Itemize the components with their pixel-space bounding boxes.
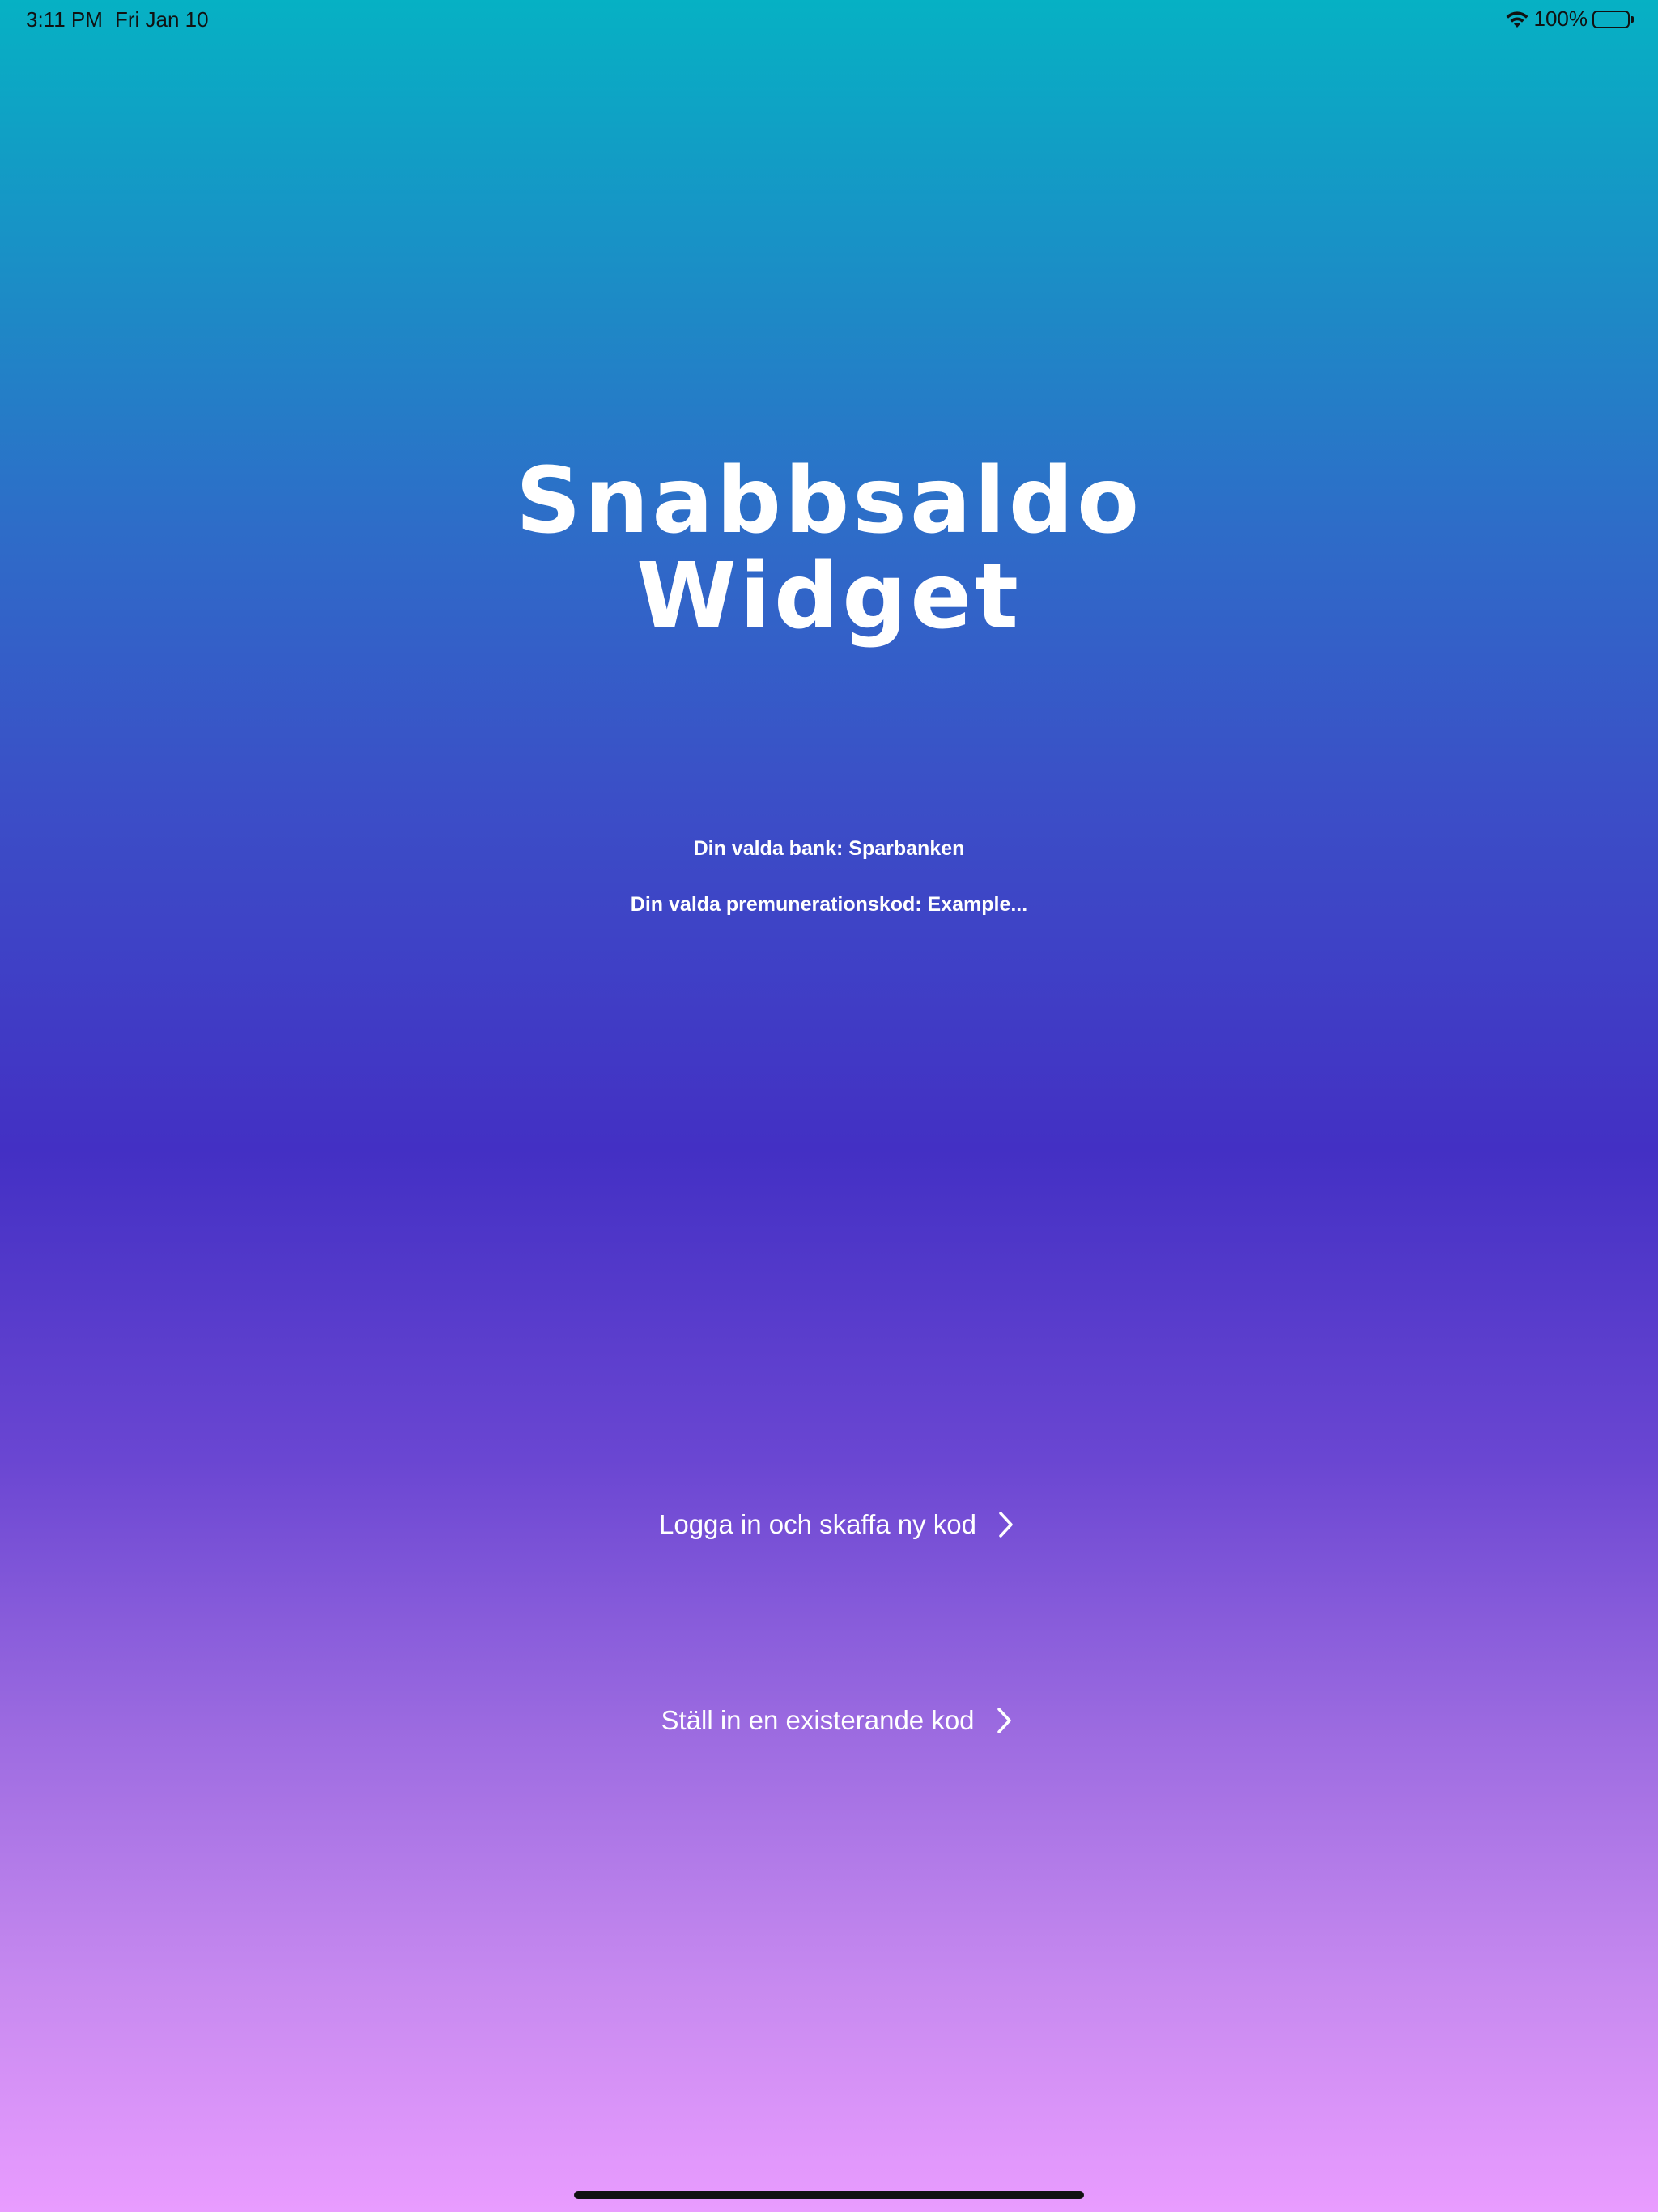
- app-title-line1: Snabbsaldo: [515, 449, 1143, 554]
- battery-icon: [1592, 10, 1634, 28]
- status-indicators: 100%: [1505, 6, 1634, 32]
- status-date: Fri Jan 10: [115, 7, 209, 32]
- chevron-right-icon: [997, 1511, 1015, 1538]
- selected-bank-text: Din valda bank: Sparbanken: [693, 837, 965, 860]
- chevron-right-icon: [996, 1707, 1014, 1734]
- set-existing-code-label: Ställ in en existerande kod: [661, 1705, 975, 1735]
- home-indicator[interactable]: [574, 2191, 1084, 2199]
- wifi-icon: [1505, 10, 1529, 29]
- login-new-code-button[interactable]: Logga in och skaffa ny kod: [0, 1509, 1658, 1540]
- app-title-line2: Widget: [636, 544, 1022, 649]
- login-new-code-label: Logga in och skaffa ny kod: [658, 1509, 976, 1539]
- app-title: Snabbsaldo Widget: [0, 453, 1658, 644]
- status-bar: 3:11 PM Fri Jan 10 100%: [0, 0, 1658, 39]
- battery-percentage: 100%: [1533, 6, 1588, 31]
- selected-code-text: Din valda premunerationskod: Example...: [630, 893, 1028, 916]
- status-time: 3:11 PM: [26, 7, 103, 32]
- set-existing-code-button[interactable]: Ställ in en existerande kod: [0, 1705, 1658, 1736]
